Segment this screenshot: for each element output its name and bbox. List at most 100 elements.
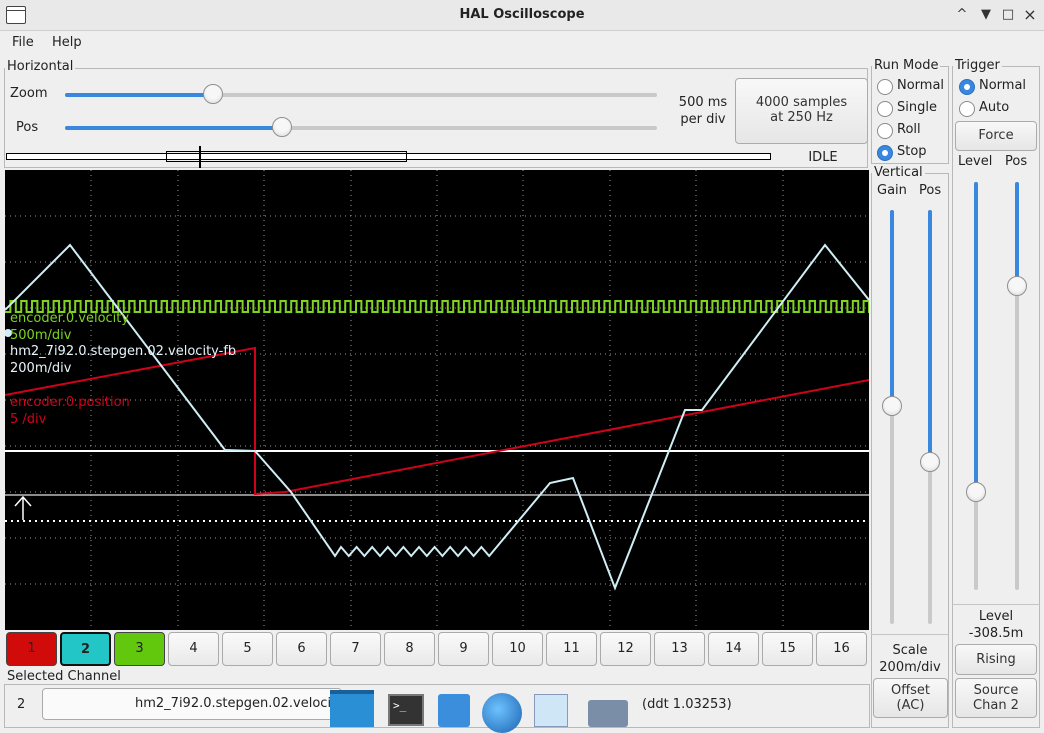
scale-value: 200m/div [879, 660, 941, 675]
zoom-slider-fill [65, 93, 213, 97]
trigger-level-slider-handle[interactable] [966, 482, 986, 502]
trigger-level-value: -308.5m [968, 626, 1024, 641]
trigger-level-slider-fill [974, 182, 978, 492]
pos-label: Pos [16, 120, 39, 135]
title-bar: HAL Oscilloscope ^ ▼ □ × [0, 0, 1044, 31]
channel-button-9[interactable]: 9 [438, 632, 489, 666]
trigger-pos-slider-handle[interactable] [1007, 276, 1027, 296]
trace-label-2: hm2_7i92.0.stepgen.02.velocity-fb [10, 344, 237, 359]
offset-button[interactable]: Offset (AC) [873, 678, 948, 718]
trigger-level-caption: Level [978, 609, 1014, 624]
search-icon[interactable] [534, 694, 568, 727]
minimize-button[interactable]: ▼ [976, 6, 996, 24]
file-cabinet-icon[interactable] [438, 694, 470, 727]
trigger-level-label: Level [958, 154, 993, 169]
trigger-normal-radio[interactable] [959, 79, 975, 95]
window-title: HAL Oscilloscope [459, 7, 585, 22]
close-button[interactable]: × [1020, 6, 1040, 24]
zoom-label: Zoom [10, 86, 48, 101]
edge-button[interactable]: Rising [955, 644, 1037, 675]
channel-button-14[interactable]: 14 [708, 632, 759, 666]
trigger-pos-slider-fill [1015, 182, 1019, 286]
run-mode-normal-radio[interactable] [877, 79, 893, 95]
terminal-icon[interactable]: >_ [388, 694, 424, 726]
trigger-divider [952, 604, 1040, 605]
run-mode-stop-radio[interactable] [877, 145, 893, 161]
scope-grid [5, 170, 869, 630]
gain-slider-handle[interactable] [882, 396, 902, 416]
channel-button-1[interactable]: 1 [6, 632, 57, 666]
taskbar-overlay: >_ [330, 690, 630, 733]
channel-button-12[interactable]: 12 [600, 632, 651, 666]
vertical-pos-slider-handle[interactable] [920, 452, 940, 472]
rate-line1: 500 ms [678, 95, 728, 110]
trigger-arrow-icon [14, 495, 32, 520]
timeline-trigger-marker [199, 146, 201, 168]
source-line2: Chan 2 [973, 698, 1019, 713]
channel-button-10[interactable]: 10 [492, 632, 543, 666]
trigger-auto-radio[interactable] [959, 101, 975, 117]
scale-caption: Scale [892, 643, 928, 658]
minimize-up-icon[interactable]: ^ [952, 6, 972, 24]
selected-channel-name-field[interactable]: hm2_7i92.0.stepgen.02.veloci [42, 688, 342, 720]
selected-channel-extra: (ddt 1.03253) [642, 697, 732, 712]
trigger-auto-label: Auto [979, 100, 1010, 115]
channel-button-11[interactable]: 11 [546, 632, 597, 666]
channel-button-5[interactable]: 5 [222, 632, 273, 666]
menu-bar: File Help [0, 31, 1044, 57]
menu-file[interactable]: File [12, 35, 34, 50]
menu-help[interactable]: Help [52, 35, 82, 50]
pos-slider-fill [65, 126, 282, 130]
samples-line2: at 250 Hz [770, 110, 833, 125]
offset-line2: (AC) [896, 698, 925, 713]
scope-plot [5, 170, 869, 630]
vertical-pos-slider-fill [928, 210, 932, 462]
channel-button-8[interactable]: 8 [384, 632, 435, 666]
selected-channel-number: 2 [17, 697, 26, 712]
horizontal-frame-label: Horizontal [5, 59, 76, 74]
trigger-label: Trigger [953, 58, 1002, 73]
folder-icon[interactable] [588, 700, 628, 727]
pos-slider-handle[interactable] [272, 117, 292, 137]
run-mode-roll-label: Roll [897, 122, 921, 137]
channel-button-3[interactable]: 3 [114, 632, 165, 666]
channel-button-2[interactable]: 2 [60, 632, 111, 666]
source-button[interactable]: Source Chan 2 [955, 678, 1037, 718]
vertical-divider [871, 634, 949, 635]
taskbar-app-icon[interactable] [330, 690, 374, 727]
samples-line1: 4000 samples [755, 95, 848, 110]
run-mode-single-radio[interactable] [877, 101, 893, 117]
maximize-button[interactable]: □ [998, 6, 1018, 24]
run-mode-normal-label: Normal [897, 78, 945, 93]
force-button[interactable]: Force [955, 121, 1037, 151]
vertical-pos-label: Pos [919, 183, 942, 198]
channel-button-15[interactable]: 15 [762, 632, 813, 666]
channel-button-6[interactable]: 6 [276, 632, 327, 666]
channel-button-4[interactable]: 4 [168, 632, 219, 666]
run-mode-label: Run Mode [872, 58, 941, 73]
channel-button-13[interactable]: 13 [654, 632, 705, 666]
trace-label-3: encoder.0.position [10, 395, 130, 410]
gain-label: Gain [877, 183, 907, 198]
web-browser-icon[interactable] [482, 693, 522, 733]
run-mode-roll-radio[interactable] [877, 123, 893, 139]
trace-encoder-position [5, 346, 869, 496]
zoom-slider-handle[interactable] [203, 84, 223, 104]
samples-button[interactable]: 4000 samples at 250 Hz [735, 78, 868, 144]
selected-channel-label: Selected Channel [5, 669, 123, 684]
trace-scale-3: 5 /div [10, 412, 47, 427]
source-line1: Source [973, 683, 1019, 698]
status-text: IDLE [808, 150, 838, 165]
timeline-window [166, 151, 407, 162]
channel-button-16[interactable]: 16 [816, 632, 867, 666]
trace-scale-2: 200m/div [10, 361, 72, 376]
offset-line1: Offset [890, 683, 931, 698]
gain-slider-fill [890, 210, 894, 406]
trace-encoder-velocity [5, 300, 869, 313]
run-mode-stop-label: Stop [897, 144, 927, 159]
vertical-label: Vertical [872, 165, 925, 180]
rate-line2: per div [680, 112, 726, 127]
channel-button-7[interactable]: 7 [330, 632, 381, 666]
run-mode-single-label: Single [897, 100, 937, 115]
trigger-pos-label: Pos [1005, 154, 1028, 169]
